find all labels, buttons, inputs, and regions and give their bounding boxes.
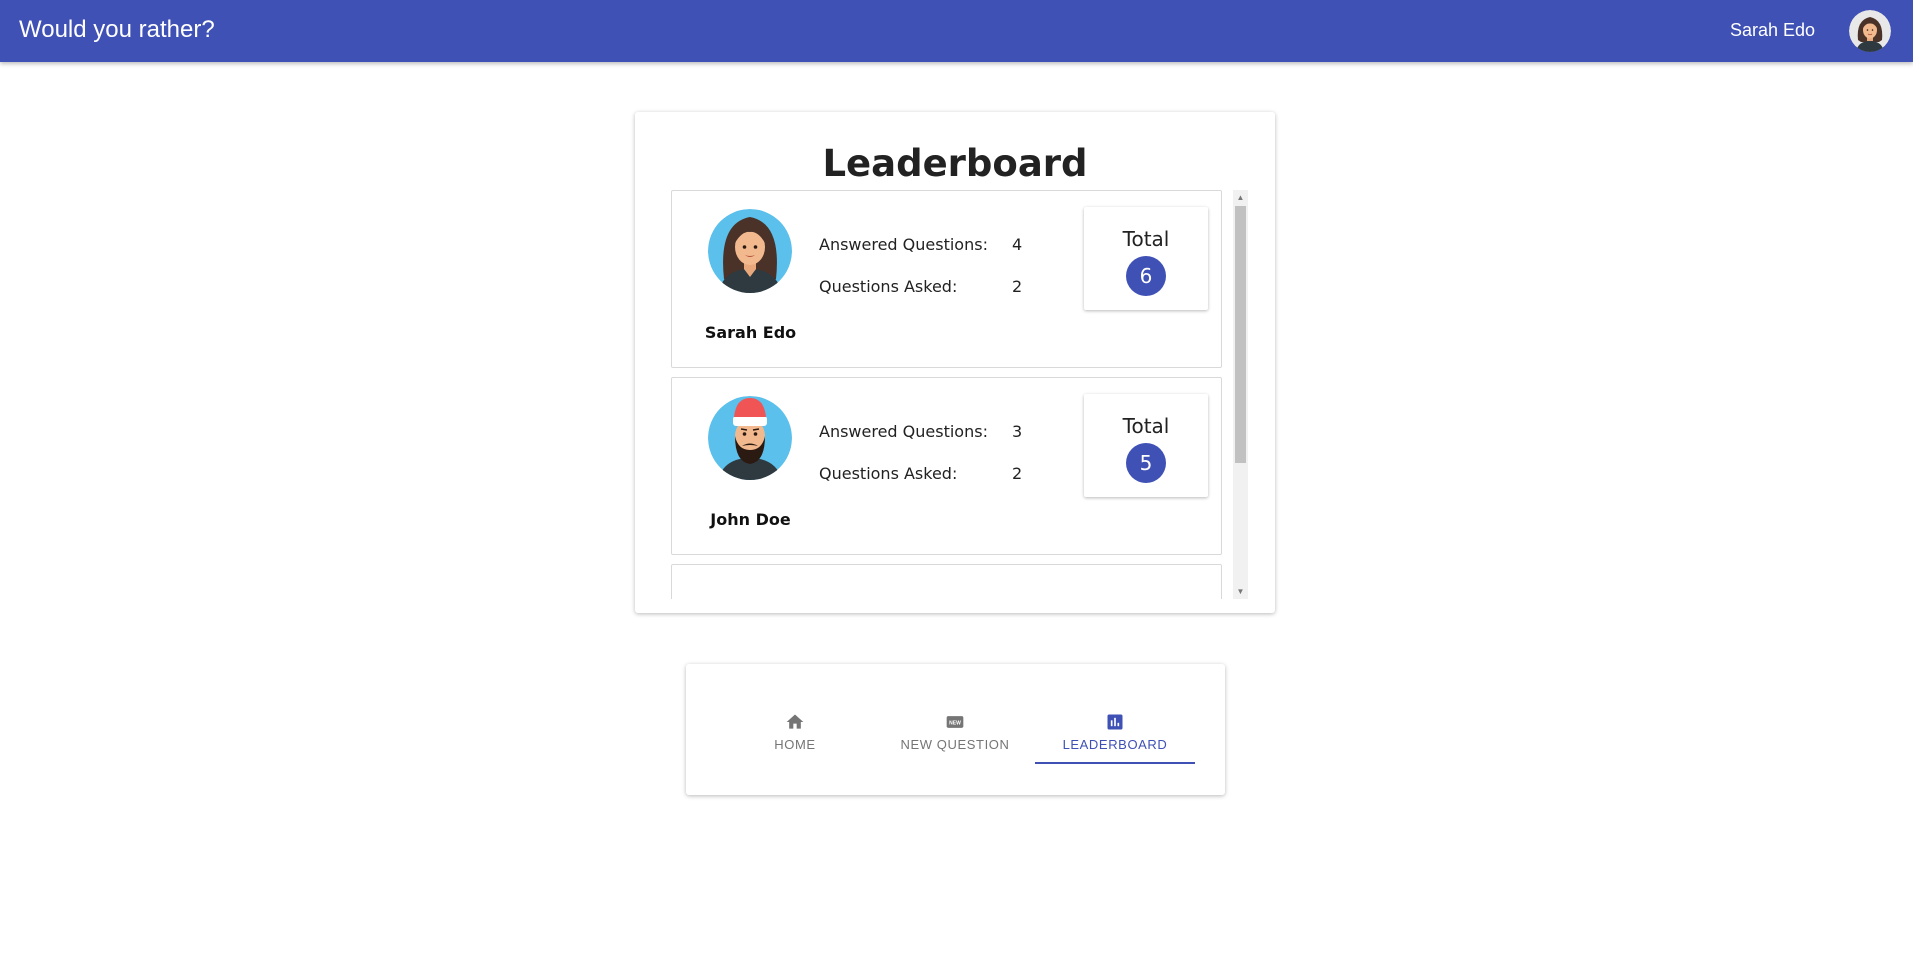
questions-asked-value: 2 [1012,464,1023,483]
tab-home-label: HOME [774,737,816,752]
user-avatar [708,209,792,293]
current-user-name: Sarah Edo [1729,20,1815,40]
answered-questions-value: 4 [1012,235,1023,254]
tab-new-question[interactable]: NEW NEW QUESTION [875,704,1035,762]
leaderboard-entry: John Doe Answered Questions: 3 Questions… [671,377,1222,555]
app-bar: Would you rather? Sarah Edo [0,0,1913,62]
tab-home[interactable]: HOME [715,704,875,762]
bar-chart-icon [1107,714,1123,730]
leaderboard-list[interactable]: Sarah Edo Answered Questions: 4 Question… [671,190,1233,599]
home-icon [786,714,804,729]
scroll-down-arrow-icon[interactable]: ▼ [1233,584,1248,599]
active-tab-indicator [1035,762,1195,764]
scrollbar-thumb[interactable] [1235,206,1246,463]
questions-asked-label: Questions Asked: [819,464,958,483]
user-name: John Doe [710,510,791,529]
leaderboard-card: Leaderboard Sarah Edo Answered Questions… [635,112,1275,613]
leaderboard-title: Leaderboard [822,142,1088,185]
leaderboard-scrollbar[interactable]: ▲ ▼ [1233,190,1248,599]
scroll-up-arrow-icon[interactable]: ▲ [1233,190,1248,205]
tab-new-question-label: NEW QUESTION [900,737,1010,752]
total-label: Total [1122,414,1170,438]
total-score-badge: 6 [1126,256,1166,296]
bottom-navigation: HOME NEW NEW QUESTION LEADERBOARD [686,664,1225,795]
woman-avatar-icon [708,209,792,293]
total-score-card: Total 6 [1084,207,1208,310]
leaderboard-entry [671,564,1222,599]
answered-questions-value: 3 [1012,422,1023,441]
questions-asked-label: Questions Asked: [819,277,958,296]
new-badge-icon: NEW [946,716,964,728]
leaderboard-entry: Sarah Edo Answered Questions: 4 Question… [671,190,1222,368]
current-user-avatar[interactable] [1849,10,1891,52]
user-name: Sarah Edo [704,323,797,342]
tab-leaderboard[interactable]: LEADERBOARD [1035,704,1195,762]
total-label: Total [1122,227,1170,251]
tab-leaderboard-label: LEADERBOARD [1062,737,1168,752]
answered-questions-label: Answered Questions: [819,235,988,254]
total-score-badge: 5 [1126,443,1166,483]
questions-asked-value: 2 [1012,277,1023,296]
bearded-man-avatar-icon [708,396,792,480]
woman-avatar-icon [1849,10,1891,52]
app-title: Would you rather? [19,16,215,43]
svg-text:NEW: NEW [949,721,961,727]
total-score-card: Total 5 [1084,394,1208,497]
answered-questions-label: Answered Questions: [819,422,988,441]
user-avatar [708,396,792,480]
